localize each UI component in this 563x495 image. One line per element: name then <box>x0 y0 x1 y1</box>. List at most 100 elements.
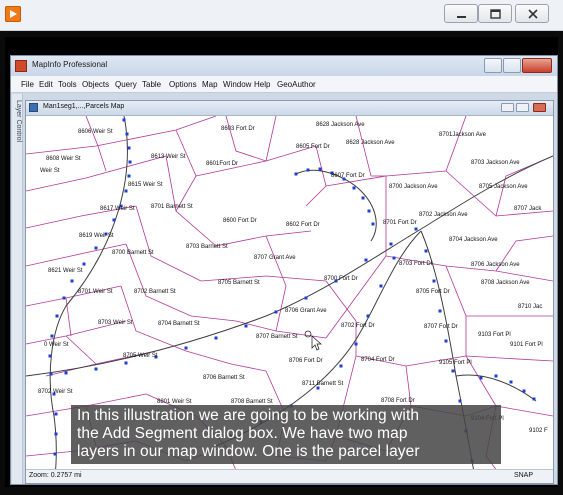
mapinfo-app-icon <box>15 60 27 72</box>
mapinfo-maximize-button[interactable] <box>503 58 521 73</box>
segment-node <box>244 324 248 328</box>
parcel-label: 8704 Fort Dr <box>361 357 395 363</box>
segment-line <box>295 169 377 242</box>
segment-node <box>432 279 436 283</box>
parcel-label: 8700 Fort Dr <box>324 276 358 282</box>
maximize-button[interactable] <box>478 4 512 23</box>
parcel-label: 8711 Barnett St <box>302 381 344 387</box>
parcel-label: 8703 Weir St <box>98 320 133 326</box>
segment-node <box>438 309 442 313</box>
parcel-label: 8628 Jackson Ave <box>316 122 365 128</box>
parcel-boundary <box>215 230 312 247</box>
segment-node <box>62 296 66 300</box>
map-close-button[interactable] <box>533 103 546 112</box>
parcel-boundary <box>325 280 357 356</box>
parcel-label: 8700 Jackson Ave <box>389 184 438 190</box>
segment-node <box>127 174 131 178</box>
segment-node <box>379 284 383 288</box>
menu-objects[interactable]: Objects <box>82 80 109 89</box>
parcel-boundary <box>265 235 287 332</box>
map-window-titlebar: Man1seg1,...,Parcels Map <box>26 101 553 116</box>
parcel-boundary <box>175 129 197 212</box>
video-frame: MapInfo Professional File Edit Tools Obj… <box>5 37 558 487</box>
parcel-label: 8701 Fort Dr <box>383 220 417 226</box>
segment-node <box>124 189 128 193</box>
parcel-label: 8706 Fort Dr <box>289 358 323 364</box>
menu-table[interactable]: Table <box>142 80 161 89</box>
parcel-label: 8621 Weir St <box>48 268 83 274</box>
status-snap: SNAP <box>513 472 533 479</box>
menu-options[interactable]: Options <box>169 80 197 89</box>
layer-control-tab[interactable]: Layer Control <box>12 94 23 484</box>
segment-node <box>361 196 365 200</box>
segment-node <box>64 371 68 375</box>
parcel-boundary <box>265 116 277 162</box>
segment-node <box>54 412 58 416</box>
video-caption: In this illustration we are going to be … <box>71 405 501 464</box>
parcel-label: 8705 Jackson Ave <box>479 184 528 190</box>
parcel-label: 8705 Barnett St <box>218 280 260 286</box>
menu-window[interactable]: Window <box>223 80 251 89</box>
parcel-label: 8619 Weir St <box>79 233 114 239</box>
menu-help[interactable]: Help <box>254 80 270 89</box>
parcel-label: 8704 Jackson Ave <box>449 237 498 243</box>
parcel-label: 8701 Barnett St <box>151 204 193 210</box>
menu-file[interactable]: File <box>21 80 34 89</box>
segment-node <box>70 279 74 283</box>
map-window-icon <box>29 103 38 112</box>
segment-node <box>367 209 371 213</box>
parcel-label: 8628 Jackson Ave <box>346 140 395 146</box>
minimize-icon <box>457 16 466 18</box>
parcel-label: 9103 Fort Pl <box>478 332 511 338</box>
parcel-label: 8706 Barnett St <box>203 375 245 381</box>
close-icon <box>528 9 538 19</box>
segment-node <box>128 160 132 164</box>
menu-map[interactable]: Map <box>202 80 218 89</box>
menu-geoauthor[interactable]: GeoAuthor <box>277 80 316 89</box>
segment-node <box>274 310 278 314</box>
play-app-icon <box>5 6 21 22</box>
parcel-label: 9101 Fort Pl <box>510 342 543 348</box>
close-button[interactable] <box>515 4 549 23</box>
segment-node <box>294 172 298 176</box>
map-minimize-button[interactable] <box>501 103 514 112</box>
parcel-label: 8606 Weir St <box>78 129 113 135</box>
menu-tools[interactable]: Tools <box>58 80 77 89</box>
segment-line <box>455 374 537 402</box>
outer-titlebar <box>0 0 563 31</box>
segment-node <box>54 432 58 436</box>
mapinfo-minimize-button[interactable] <box>484 58 502 73</box>
parcel-label: 8700 Barnett St <box>112 250 154 256</box>
parcel-label: 9102 F <box>529 428 548 434</box>
parcel-boundary <box>85 116 107 172</box>
segment-node <box>364 258 368 262</box>
menu-query[interactable]: Query <box>115 80 137 89</box>
segment-node <box>112 218 116 222</box>
segment-node <box>494 374 498 378</box>
mapinfo-close-button[interactable] <box>522 58 552 73</box>
map-window-title: Man1seg1,...,Parcels Map <box>43 103 125 110</box>
segment-node <box>352 186 356 190</box>
parcel-boundary <box>305 145 327 207</box>
parcel-boundary <box>225 116 267 162</box>
menubar: File Edit Tools Objects Query Table Opti… <box>11 76 557 93</box>
parcel-boundary <box>65 335 97 365</box>
parcel-label: 8702 Weir St <box>38 389 73 395</box>
parcel-label: 8707 Barnett St <box>256 334 298 340</box>
map-maximize-button[interactable] <box>516 103 529 112</box>
segment-node <box>94 367 98 371</box>
segment-node <box>532 397 536 401</box>
segment-node <box>127 146 131 150</box>
segment-node <box>48 354 52 358</box>
parcel-boundary <box>26 243 127 267</box>
menu-edit[interactable]: Edit <box>39 80 53 89</box>
segment-node <box>304 296 308 300</box>
segment-node <box>53 452 57 456</box>
parcel-boundary <box>120 285 187 352</box>
parcel-label: 8704 Barnett St <box>158 321 200 327</box>
mouse-cursor-icon <box>304 330 322 351</box>
parcel-label: 8608 Weir St <box>46 156 81 162</box>
segment-node <box>214 336 218 340</box>
minimize-button[interactable] <box>444 4 478 23</box>
parcel-label: 8601Fort Dr <box>206 161 239 167</box>
